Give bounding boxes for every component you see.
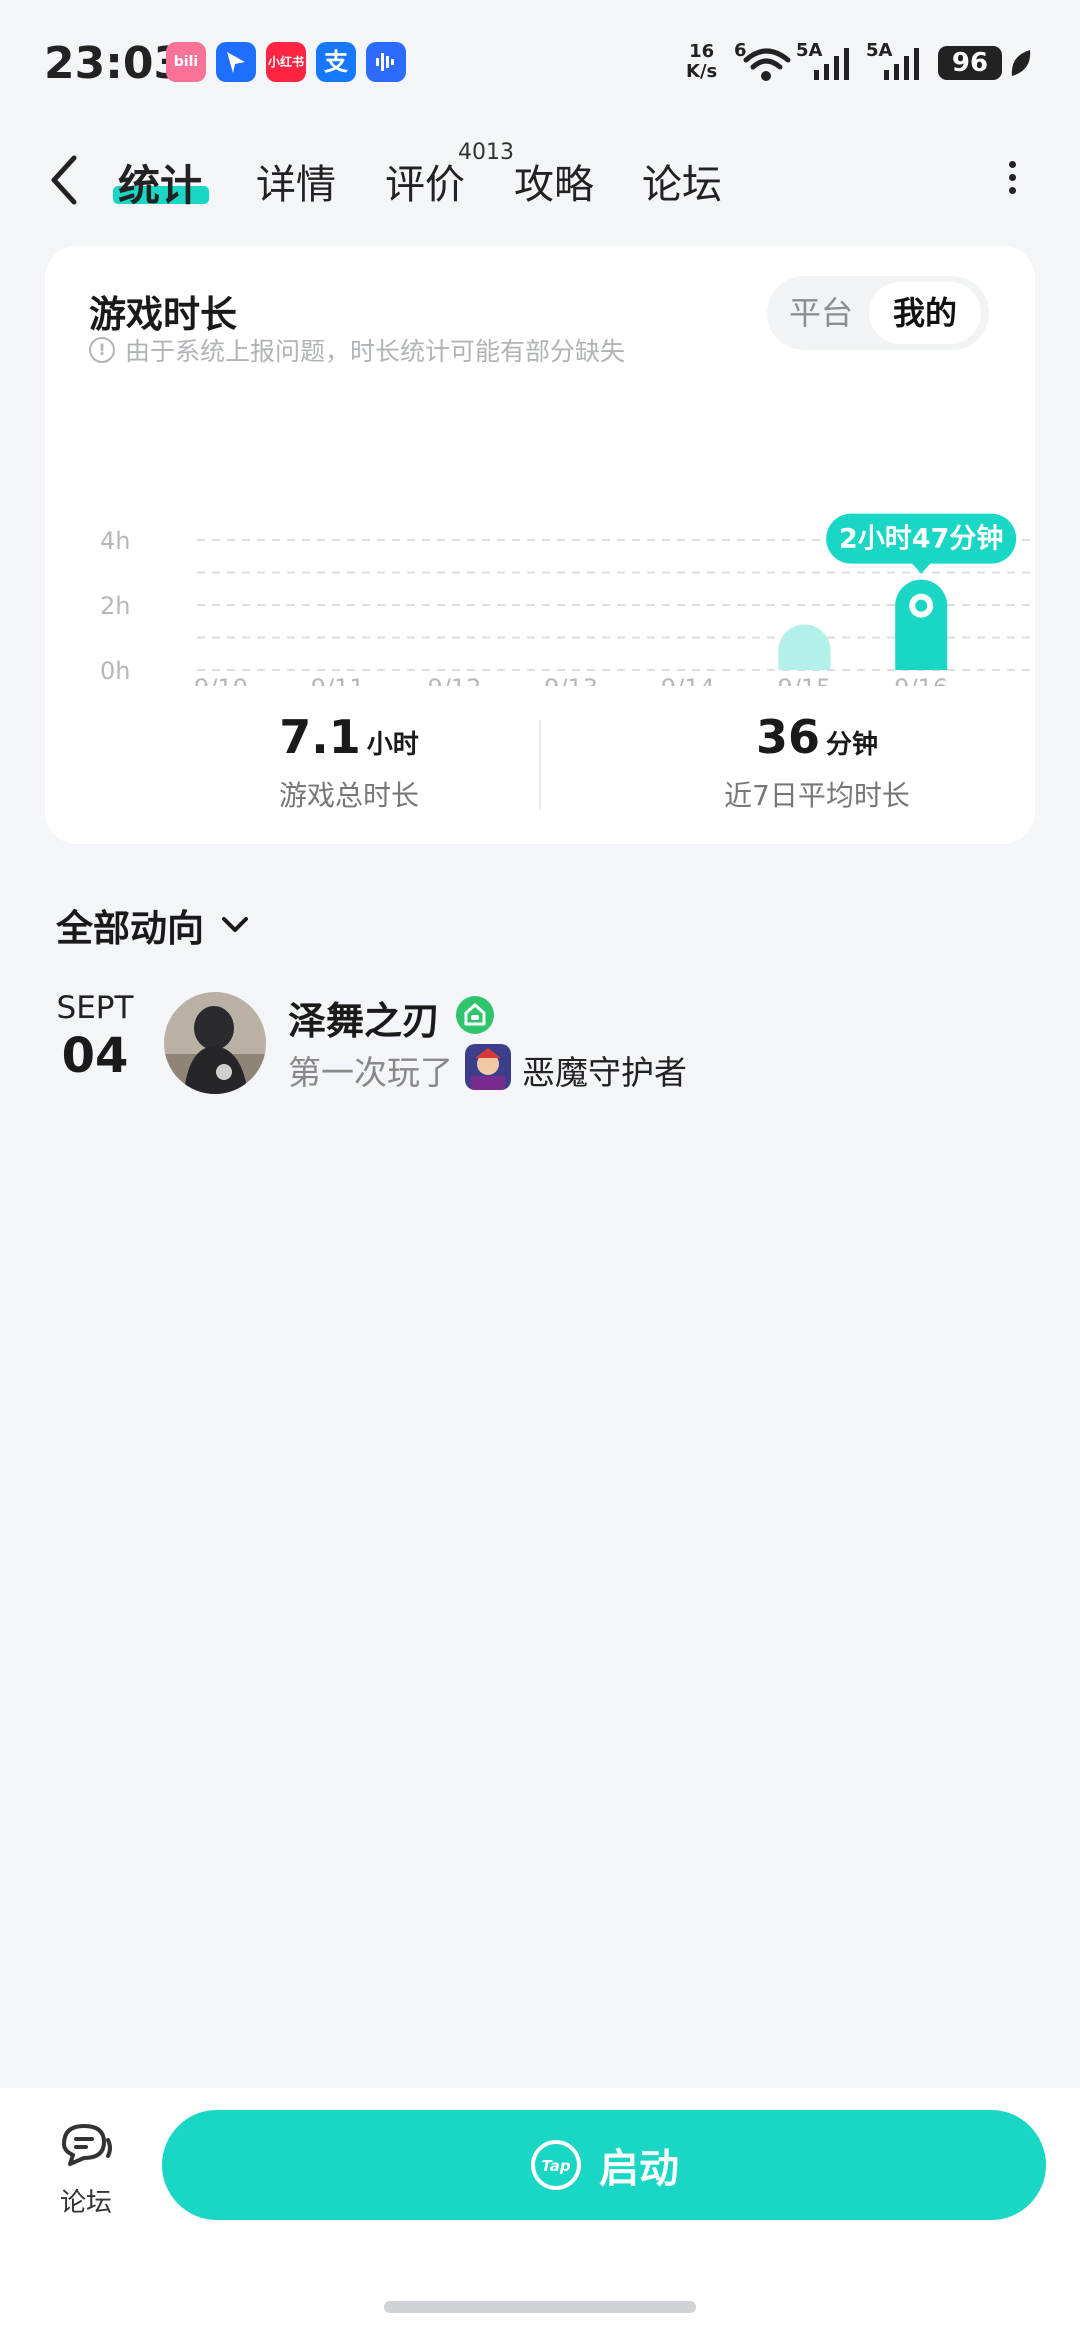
battery-icon: 96 [938, 46, 1002, 80]
forum-chat-icon [62, 2124, 112, 2166]
launch-button-label: 启动 [599, 2146, 679, 2192]
net-speed: 16 K/s [686, 42, 717, 82]
x-tick-label: 9/15 [778, 674, 832, 686]
xiaohongshu-icon: 小红书 [266, 42, 306, 82]
more-menu-button[interactable] [1000, 155, 1024, 199]
tab-stats[interactable]: 统计 [118, 152, 202, 213]
total-playtime-stat: 7.1 小时 游戏总时长 [149, 710, 549, 814]
signal-icon-1: 5A [796, 40, 849, 80]
voice-app-icon [366, 42, 406, 82]
average-playtime-unit: 分钟 [826, 730, 879, 760]
chart-tooltip-label: 2小时47分钟 [839, 524, 1003, 555]
x-tick-label: 9/14 [661, 674, 715, 686]
bilibili-icon: bili [166, 42, 206, 82]
more-dot-icon [1008, 174, 1016, 181]
activity-filter-dropdown[interactable]: 全部动向 [56, 898, 252, 952]
card-title: 游戏时长 [89, 293, 237, 336]
bilibili-icon-label: bili [173, 54, 199, 70]
tab-details[interactable]: 详情 [256, 152, 336, 210]
taptap-logo-text: Tap [541, 2157, 571, 2175]
playtime-chart: 0h 2h 4h 9/10 9/11 9/12 9/13 9/14 9/15 9/16 2小时47分… [100, 513, 1035, 686]
x-tick-label: 9/16 [894, 674, 948, 686]
game-icon[interactable] [465, 1044, 511, 1090]
wifi-icon: 6 [734, 40, 791, 81]
x-tick-label: 9/10 [194, 674, 248, 686]
total-playtime-label: 游戏总时长 [278, 779, 419, 812]
bottom-bar: 论坛 Tap 启动 [0, 2088, 1080, 2331]
playtime-card: 游戏时长 ! 由于系统上报问题，时长统计可能有部分缺失 平台 我的 0h 2h 4h… [45, 246, 1035, 844]
review-count-badge: 4013 [458, 140, 514, 165]
activity-day: 04 [61, 1028, 129, 1084]
taptap-logo-icon: Tap [531, 2140, 581, 2190]
alipay-icon-label: 支 [324, 48, 348, 76]
chart-tooltip-arrow [911, 562, 932, 574]
toggle-mine[interactable]: 我的 [869, 282, 981, 344]
player-badge-icon [456, 996, 494, 1034]
y-tick-label: 4h [100, 527, 130, 555]
toggle-platform[interactable]: 平台 [777, 282, 865, 344]
chart-bar-marker-dot [915, 599, 928, 612]
net-speed-value: 16 [689, 41, 715, 62]
card-note-text: 由于系统上报问题，时长统计可能有部分缺失 [125, 337, 626, 366]
feishu-icon [216, 42, 256, 82]
data-source-toggle: 平台 我的 [767, 276, 989, 350]
card-note: ! 由于系统上报问题，时长统计可能有部分缺失 [89, 332, 625, 368]
signal-label-1: 5A [796, 40, 823, 61]
activity-filter-label: 全部动向 [56, 907, 204, 950]
net-speed-unit: K/s [686, 61, 718, 82]
signal-icon-2: 5A [866, 40, 919, 80]
tab-guides[interactable]: 攻略 [514, 152, 594, 210]
y-tick-label: 0h [100, 657, 130, 685]
x-tick-label: 9/13 [544, 674, 598, 686]
tab-forum[interactable]: 论坛 [642, 152, 722, 210]
status-bar: 23:03 bili 小红书 支 16 K/s 6 5A 5A 96 [0, 0, 1080, 120]
status-time: 23:03 [44, 38, 185, 89]
x-tick-label: 9/12 [427, 674, 481, 686]
x-tick-label: 9/11 [311, 674, 365, 686]
forum-button-label: 论坛 [59, 2188, 112, 2218]
info-icon: ! [89, 337, 115, 363]
average-playtime-value: 36 [755, 710, 820, 764]
back-button[interactable] [46, 150, 86, 210]
game-name[interactable]: 恶魔守护者 [522, 1046, 687, 1094]
stat-divider [539, 720, 541, 810]
forum-button[interactable]: 论坛 [46, 2118, 126, 2218]
battery-level: 96 [951, 48, 989, 78]
xiaohongshu-icon-label: 小红书 [267, 55, 304, 69]
signal-label-2: 5A [866, 40, 893, 61]
more-dot-icon [1008, 161, 1016, 168]
total-playtime-value: 7.1 [279, 710, 361, 764]
launch-game-button[interactable]: Tap 启动 [162, 2110, 1046, 2220]
chart-bar [895, 579, 948, 670]
more-dot-icon [1008, 187, 1016, 194]
average-playtime-stat: 36 分钟 近7日平均时长 [617, 710, 1017, 814]
total-playtime-unit: 小时 [366, 730, 419, 760]
user-avatar[interactable] [164, 992, 266, 1094]
y-tick-label: 2h [100, 592, 130, 620]
activity-action: 第一次玩了 [288, 1053, 453, 1092]
user-name[interactable]: 泽舞之刃 [288, 990, 440, 1045]
chevron-left-icon [51, 155, 77, 205]
tab-reviews[interactable]: 评价 [385, 152, 465, 210]
wifi-badge: 6 [734, 40, 747, 61]
home-indicator [384, 2301, 696, 2313]
average-playtime-label: 近7日平均时长 [724, 779, 910, 812]
chart-bar [778, 624, 831, 670]
chevron-down-icon [222, 917, 248, 932]
activity-month: SEPT [56, 990, 134, 1026]
alipay-icon: 支 [316, 42, 356, 82]
power-saving-leaf-icon [1011, 50, 1031, 76]
